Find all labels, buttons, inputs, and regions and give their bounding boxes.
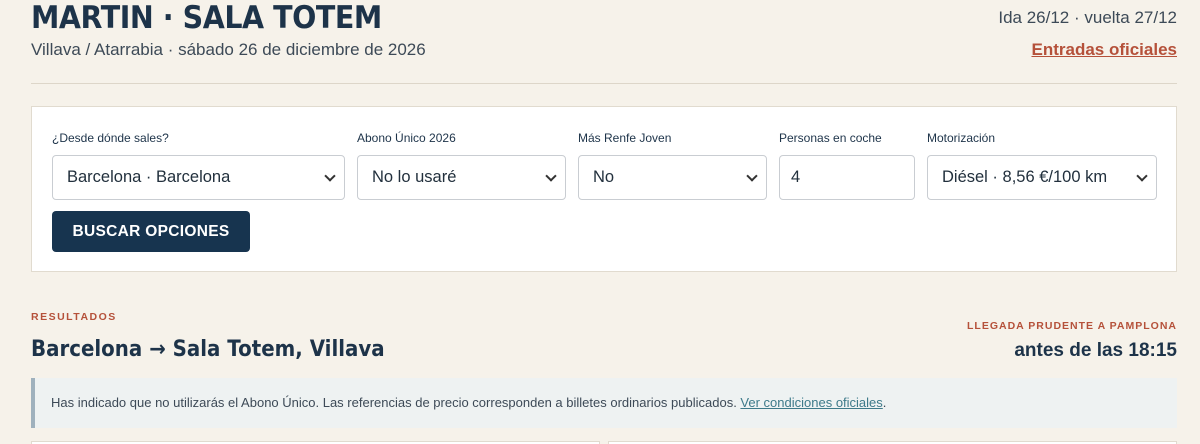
abono-label: Abono Único 2026	[357, 131, 456, 145]
arrival-label: LLEGADA PRUDENTE A PAMPLONA	[967, 320, 1177, 332]
search-panel: ¿Desde dónde sales? Barcelona · Barcelon…	[31, 106, 1177, 272]
renfe-label: Más Renfe Joven	[578, 131, 672, 145]
renfe-select[interactable]: No	[578, 155, 767, 200]
origin-select[interactable]: Barcelona · Barcelona	[52, 155, 345, 200]
search-options-button[interactable]: BUSCAR OPCIONES	[52, 211, 250, 252]
renfe-value: No	[593, 168, 615, 186]
abono-select[interactable]: No lo usaré	[357, 155, 566, 200]
people-value: 4	[791, 168, 801, 186]
people-input[interactable]: 4	[779, 155, 915, 200]
chevron-down-icon	[746, 170, 758, 182]
people-field: Personas en coche 4	[779, 131, 915, 200]
page-title: MARTIN · SALA TOTEM	[31, 0, 382, 36]
route-title: Barcelona → Sala Totem, Villava	[31, 337, 385, 362]
people-label: Personas en coche	[779, 131, 882, 145]
trip-dates: Ida 26/12 · vuelta 27/12	[998, 8, 1177, 27]
abono-value: No lo usaré	[372, 168, 457, 186]
engine-select[interactable]: Diésel · 8,56 €/100 km	[927, 155, 1157, 200]
abono-notice: Has indicado que no utilizarás el Abono …	[31, 378, 1177, 428]
results-section-label: RESULTADOS	[31, 311, 117, 323]
chevron-down-icon	[1136, 170, 1148, 182]
official-tickets-link[interactable]: Entradas oficiales	[1031, 40, 1177, 60]
chevron-down-icon	[545, 170, 557, 182]
origin-label: ¿Desde dónde sales?	[52, 131, 169, 145]
conditions-link[interactable]: Ver condiciones oficiales	[740, 395, 882, 410]
engine-label: Motorización	[927, 131, 996, 145]
origin-value: Barcelona · Barcelona	[67, 168, 231, 186]
chevron-down-icon	[324, 170, 336, 182]
notice-text: Has indicado que no utilizarás el Abono …	[51, 395, 741, 410]
engine-value: Diésel · 8,56 €/100 km	[942, 168, 1108, 186]
abono-field: Abono Único 2026 No lo usaré	[357, 131, 566, 200]
origin-field: ¿Desde dónde sales? Barcelona · Barcelon…	[52, 131, 345, 200]
arrival-time: antes de las 18:15	[1014, 340, 1177, 361]
notice-end: .	[882, 395, 887, 410]
page-header: MARTIN · SALA TOTEM Villava / Atarrabia …	[31, 0, 1177, 84]
engine-field: Motorización Diésel · 8,56 €/100 km	[927, 131, 1157, 200]
renfe-field: Más Renfe Joven No	[578, 131, 767, 200]
event-subtitle: Villava / Atarrabia · sábado 26 de dicie…	[31, 40, 426, 59]
